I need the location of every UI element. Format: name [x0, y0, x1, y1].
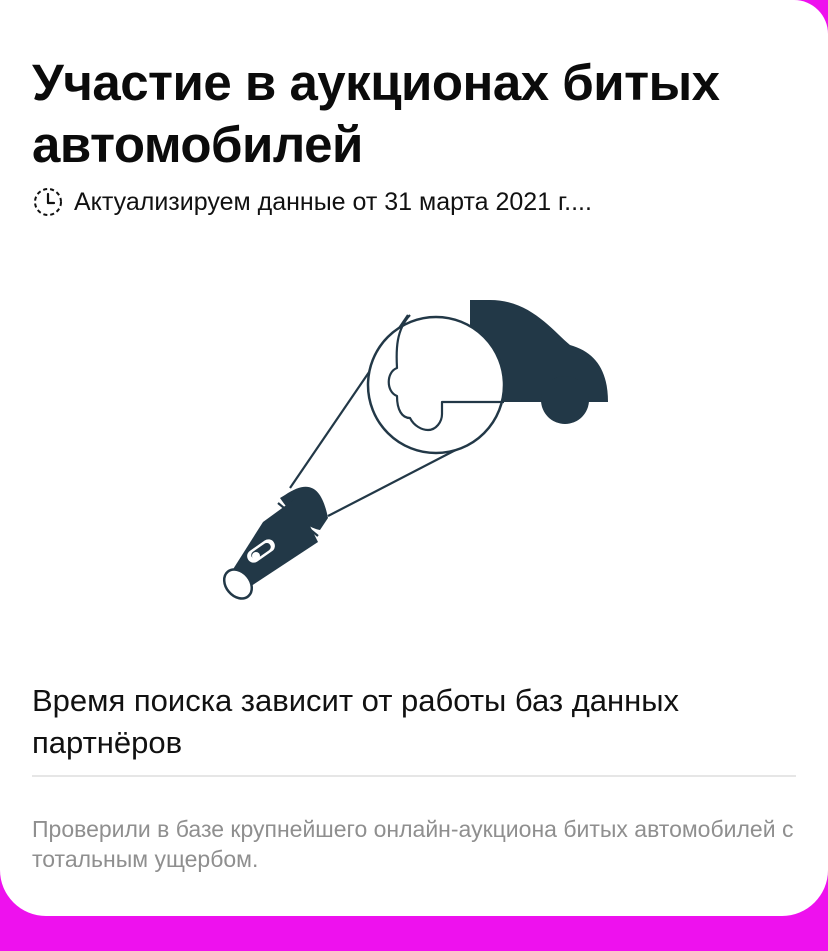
- divider: [32, 775, 796, 777]
- page-title: Участие в аукционах битых автомобилей: [32, 54, 720, 173]
- note-text: Проверили в базе крупнейшего онлайн-аукц…: [32, 816, 794, 872]
- update-status: Актуализируем данные от 31 марта 2021 г.…: [32, 186, 592, 218]
- update-text: Актуализируем данные от 31 марта 2021 г.…: [74, 188, 592, 216]
- clock-icon: [34, 188, 62, 216]
- car-flashlight-illustration: [222, 300, 608, 600]
- report-card: Участие в аукционах битых автомобилей Ак…: [0, 0, 828, 916]
- subtitle: Время поиска зависит от работы баз данны…: [32, 683, 680, 760]
